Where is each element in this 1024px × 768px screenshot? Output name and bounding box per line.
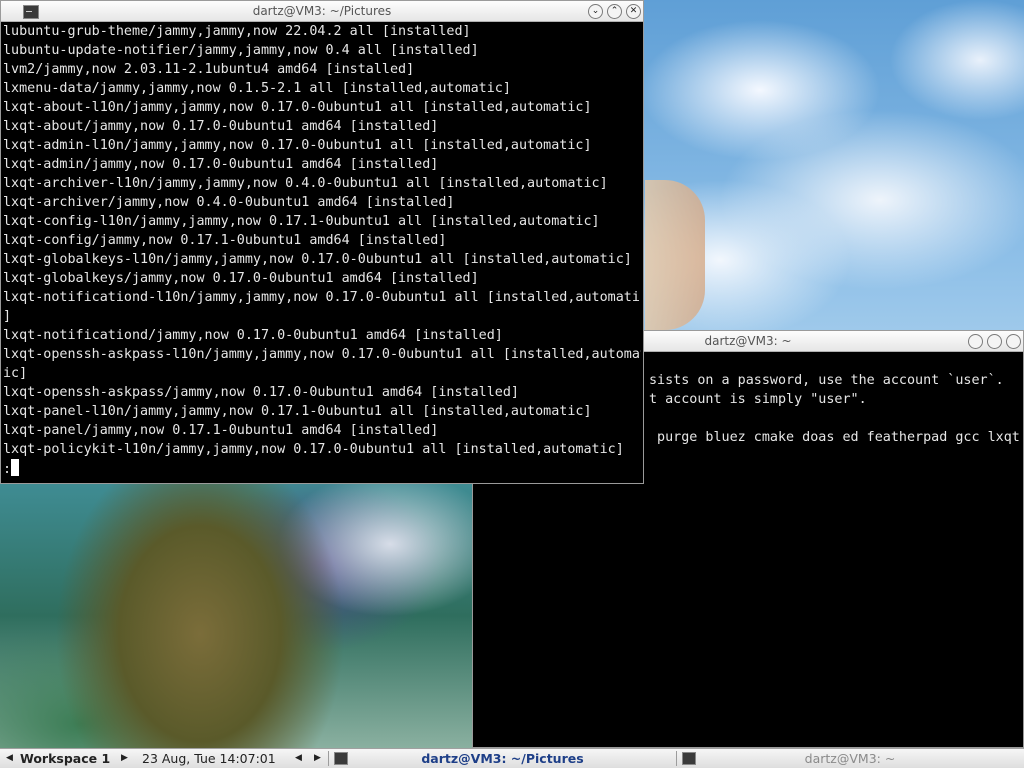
window-titlebar[interactable]: dartz@VM3: ~/Pictures ⌄ ⌃ ✕ bbox=[1, 1, 643, 22]
terminal-line: lxqt-globalkeys-l10n/jammy,jammy,now 0.1… bbox=[3, 252, 632, 267]
clock[interactable]: 23 Aug, Tue 14:07:01 bbox=[142, 751, 276, 766]
task-button-home[interactable]: dartz@VM3: ~ bbox=[678, 749, 1022, 768]
terminal-output[interactable]: sists on a password, use the account `us… bbox=[649, 352, 1021, 745]
pager-prompt: : bbox=[3, 462, 12, 477]
close-button[interactable]: ✕ bbox=[626, 4, 641, 19]
terminal-line: lxqt-openssh-askpass-l10n/jammy,jammy,no… bbox=[3, 347, 641, 362]
terminal-line: lubuntu-grub-theme/jammy,jammy,now 22.04… bbox=[3, 24, 471, 39]
terminal-line: lxqt-globalkeys/jammy,now 0.17.0-0ubuntu… bbox=[3, 271, 479, 286]
terminal-line: t account is simply "user". bbox=[649, 392, 867, 407]
window-title: dartz@VM3: ~/Pictures bbox=[252, 4, 392, 18]
terminal-prompt-line[interactable]: : bbox=[3, 459, 641, 479]
text-cursor bbox=[11, 459, 20, 476]
task-label: dartz@VM3: ~ bbox=[804, 751, 896, 766]
terminal-line: lxqt-openssh-askpass/jammy,now 0.17.0-0u… bbox=[3, 385, 519, 400]
terminal-line: lubuntu-update-notifier/jammy,jammy,now … bbox=[3, 43, 479, 58]
terminal-line: lxqt-archiver/jammy,now 0.4.0-0ubuntu1 a… bbox=[3, 195, 455, 210]
terminal-line: lxqt-notificationd-l10n/jammy,jammy,now … bbox=[3, 290, 641, 305]
terminal-line: lxqt-panel/jammy,now 0.17.1-0ubuntu1 amd… bbox=[3, 423, 439, 438]
minimize-button[interactable]: v bbox=[968, 334, 983, 349]
terminal-line: lxqt-about/jammy,now 0.17.0-0ubuntu1 amd… bbox=[3, 119, 439, 134]
taskbar: ◀ Workspace 1 ▶ 23 Aug, Tue 14:07:01 ◀ ▶… bbox=[0, 748, 1024, 768]
taskbar-divider bbox=[676, 751, 677, 766]
close-button[interactable]: x bbox=[1006, 334, 1021, 349]
terminal-line: lxmenu-data/jammy,jammy,now 0.1.5-2.1 al… bbox=[3, 81, 511, 96]
terminal-line: purge bluez cmake doas ed featherpad gcc… bbox=[649, 430, 1021, 445]
terminal-line: lxqt-admin-l10n/jammy,jammy,now 0.17.0-0… bbox=[3, 138, 592, 153]
terminal-line: lxqt-policykit-l10n/jammy,jammy,now 0.17… bbox=[3, 442, 624, 457]
task-label: dartz@VM3: ~/Pictures bbox=[421, 751, 584, 766]
terminal-output[interactable]: lubuntu-grub-theme/jammy,jammy,now 22.04… bbox=[3, 22, 641, 481]
terminal-line: lxqt-config-l10n/jammy,jammy,now 0.17.1-… bbox=[3, 214, 600, 229]
terminal-window-pictures[interactable]: dartz@VM3: ~/Pictures ⌄ ⌃ ✕ lubuntu-grub… bbox=[0, 0, 644, 484]
terminal-line: lxqt-panel-l10n/jammy,jammy,now 0.17.1-0… bbox=[3, 404, 592, 419]
workspace-next-icon[interactable]: ▶ bbox=[121, 753, 128, 763]
task-button-pictures[interactable]: dartz@VM3: ~/Pictures bbox=[330, 749, 675, 768]
maximize-button[interactable]: ⌃ bbox=[607, 4, 622, 19]
wallpaper-figure bbox=[645, 180, 705, 330]
terminal-line: lxqt-about-l10n/jammy,jammy,now 0.17.0-0… bbox=[3, 100, 592, 115]
taskbar-divider bbox=[328, 751, 329, 766]
maximize-button[interactable]: ^ bbox=[987, 334, 1002, 349]
workspace-label[interactable]: Workspace 1 bbox=[20, 751, 110, 766]
wallpaper-tree bbox=[0, 484, 472, 748]
minimize-button[interactable]: ⌄ bbox=[588, 4, 603, 19]
workspace-prev-icon[interactable]: ◀ bbox=[6, 753, 13, 763]
scroll-left-icon[interactable]: ◀ bbox=[295, 753, 302, 763]
terminal-line: ] bbox=[3, 309, 12, 324]
terminal-line: lxqt-archiver-l10n/jammy,jammy,now 0.4.0… bbox=[3, 176, 608, 191]
terminal-line: sists on a password, use the account `us… bbox=[649, 373, 1004, 388]
terminal-line: lvm2/jammy,now 2.03.11-2.1ubuntu4 amd64 … bbox=[3, 62, 415, 77]
terminal-line: lxqt-admin/jammy,now 0.17.0-0ubuntu1 amd… bbox=[3, 157, 439, 172]
terminal-line: lxqt-config/jammy,now 0.17.1-0ubuntu1 am… bbox=[3, 233, 447, 248]
terminal-line: ic] bbox=[3, 366, 28, 381]
terminal-line: lxqt-notificationd/jammy,now 0.17.0-0ubu… bbox=[3, 328, 503, 343]
scroll-right-icon[interactable]: ▶ bbox=[314, 753, 321, 763]
